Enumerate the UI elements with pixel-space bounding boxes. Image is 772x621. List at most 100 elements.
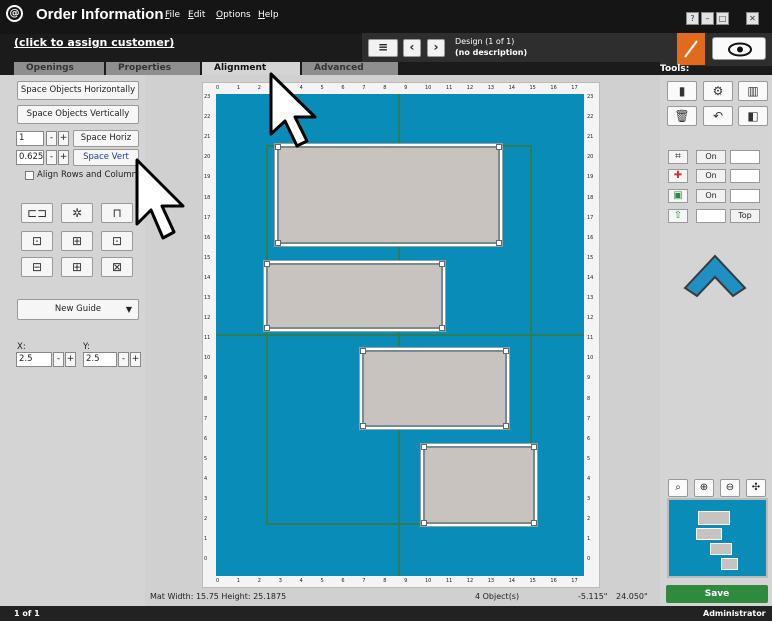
paint-brush-icon [684,40,698,58]
resize-handle[interactable] [439,325,445,331]
resize-handle[interactable] [496,240,502,246]
align-right-icon[interactable]: ⊡ [101,231,133,251]
align-horizontal-center-icon[interactable]: ⊏⊐ [21,203,53,223]
space-horiz-button[interactable]: Space Horiz [73,130,139,147]
tab-openings[interactable]: Openings [14,62,104,76]
zoom-fit-icon[interactable]: ⌕ [668,479,688,497]
align-bottom-icon[interactable]: ⊟ [21,257,53,277]
resize-handle[interactable] [360,348,366,354]
prev-design-button[interactable]: ‹ [403,39,421,57]
maximize-window-button[interactable]: □ [716,12,729,25]
close-window-button[interactable]: ✕ [746,12,759,25]
ruler-tick-label: 11 [445,85,453,91]
align-center-icon[interactable]: ✲ [61,203,93,223]
corners-toggle-off[interactable] [730,150,760,164]
paint-brush-button[interactable] [677,33,705,65]
guide-x-increment[interactable]: + [65,352,76,367]
opening-2[interactable] [264,261,445,331]
resize-handle[interactable] [503,348,509,354]
ruler-tick-label: 14 [508,85,515,91]
settings-gear-icon[interactable]: ⚙ [703,81,733,101]
align-top-icon[interactable]: ⊠ [101,257,133,277]
zoom-out-icon[interactable]: ⊖ [720,479,740,497]
frame-icon: ▣ [668,189,688,203]
crosshair-toggle-on[interactable]: On [696,169,726,183]
new-guide-dropdown[interactable]: New Guide ▼ [17,299,139,320]
align-rows-checkbox[interactable] [25,171,34,180]
resize-handle[interactable] [421,444,427,450]
space-horiz-decrement[interactable]: - [46,131,57,146]
guide-x-input[interactable]: 2.5 [16,352,52,367]
tab-properties[interactable]: Properties [106,62,200,76]
ruler-tick-label: 8 [204,395,208,402]
ruler-bottom: 0 1 2 3 4 5 6 7 8 9 10 11 12 13 14 15 16 17 [216,577,584,586]
ruler-right: 23 22 21 20 19 18 17 16 15 14 13 12 11 10 9 8 7 6 5 4 3 2 1 0 [586,94,598,576]
menu-file[interactable]: File [165,10,180,20]
resize-handle[interactable] [439,261,445,267]
guide-y-decrement[interactable]: - [118,352,129,367]
move-up-chevron-icon[interactable] [683,250,747,298]
opening-3[interactable] [360,348,509,429]
space-vert-input[interactable]: 0.625 [16,150,44,165]
opening-4[interactable] [421,444,537,526]
layers-icon[interactable]: ◧ [738,106,768,126]
resize-handle[interactable] [421,520,427,526]
space-horiz-increment[interactable]: + [58,131,69,146]
resize-handle[interactable] [264,325,270,331]
guide-y-input[interactable]: 2.5 [83,352,117,367]
space-vert-increment[interactable]: + [58,150,69,165]
resize-handle[interactable] [275,240,281,246]
distribute-vertical-icon[interactable]: ⊞ [61,257,93,277]
space-vert-decrement[interactable]: - [46,150,57,165]
resize-handle[interactable] [503,423,509,429]
menu-hamburger-button[interactable]: ≡ [368,39,398,57]
menu-edit[interactable]: Edit [188,10,205,20]
resize-handle[interactable] [531,444,537,450]
resize-handle[interactable] [360,423,366,429]
guide-x-decrement[interactable]: - [53,352,64,367]
resize-handle[interactable] [496,144,502,150]
ruler-left: 23 22 21 20 19 18 17 16 15 14 13 12 11 10 9 8 7 6 5 4 3 2 1 0 [203,94,215,576]
resize-handle[interactable] [264,261,270,267]
ruler-tick-label: 14 [587,274,594,281]
guide-y-increment[interactable]: + [130,352,141,367]
up-arrow-icon: ⇧ [668,209,688,223]
trash-icon[interactable]: 🗑 [667,106,697,126]
menu-help[interactable]: Help [258,10,279,20]
ruler-tool-icon[interactable]: ▥ [738,81,768,101]
ruler-tick-label: 0 [204,556,208,563]
preview-eye-button[interactable] [712,37,766,60]
ruler-tick-label: 15 [529,578,536,584]
save-button[interactable]: Save [666,585,768,603]
zoom-reset-icon[interactable]: ✣ [746,479,766,497]
frame-toggle-off[interactable] [730,189,760,203]
layer-position-top[interactable]: Top [730,209,760,223]
minimize-window-button[interactable]: – [701,12,714,25]
design-thumbnail[interactable] [667,498,768,578]
undo-icon[interactable]: ↶ [703,106,733,126]
align-left-icon[interactable]: ⊡ [21,231,53,251]
ruler-tick-label: 14 [508,578,515,584]
frame-toggle-on[interactable]: On [696,189,726,203]
zoom-in-icon[interactable]: ⊕ [694,479,714,497]
menu-options[interactable]: Options [216,10,251,20]
space-objects-vertically-button[interactable]: Space Objects Vertically [17,105,139,124]
assign-customer-link[interactable]: (click to assign customer) [14,36,174,49]
opening-1[interactable] [275,144,502,246]
layer-toggle-off[interactable] [696,209,726,223]
resize-handle[interactable] [531,520,537,526]
ruler-tick-label: 4 [204,475,208,482]
corners-toggle-on[interactable]: On [696,150,726,164]
align-vertical-center-icon[interactable]: ⊓ [101,203,133,223]
knife-tool-icon[interactable]: ▮ [667,81,697,101]
space-vert-button[interactable]: Space Vert [73,149,139,166]
space-objects-horizontally-button[interactable]: Space Objects Horizontally [17,81,139,100]
ruler-tick-label: 17 [204,214,211,221]
ruler-tick-label: 22 [204,114,211,121]
distribute-horizontal-icon[interactable]: ⊞ [61,231,93,251]
ruler-tick-label: 13 [204,295,211,301]
crosshair-toggle-off[interactable] [730,169,760,183]
help-window-button[interactable]: ? [686,12,699,25]
next-design-button[interactable]: › [427,39,445,57]
space-horiz-input[interactable]: 1 [16,131,44,146]
